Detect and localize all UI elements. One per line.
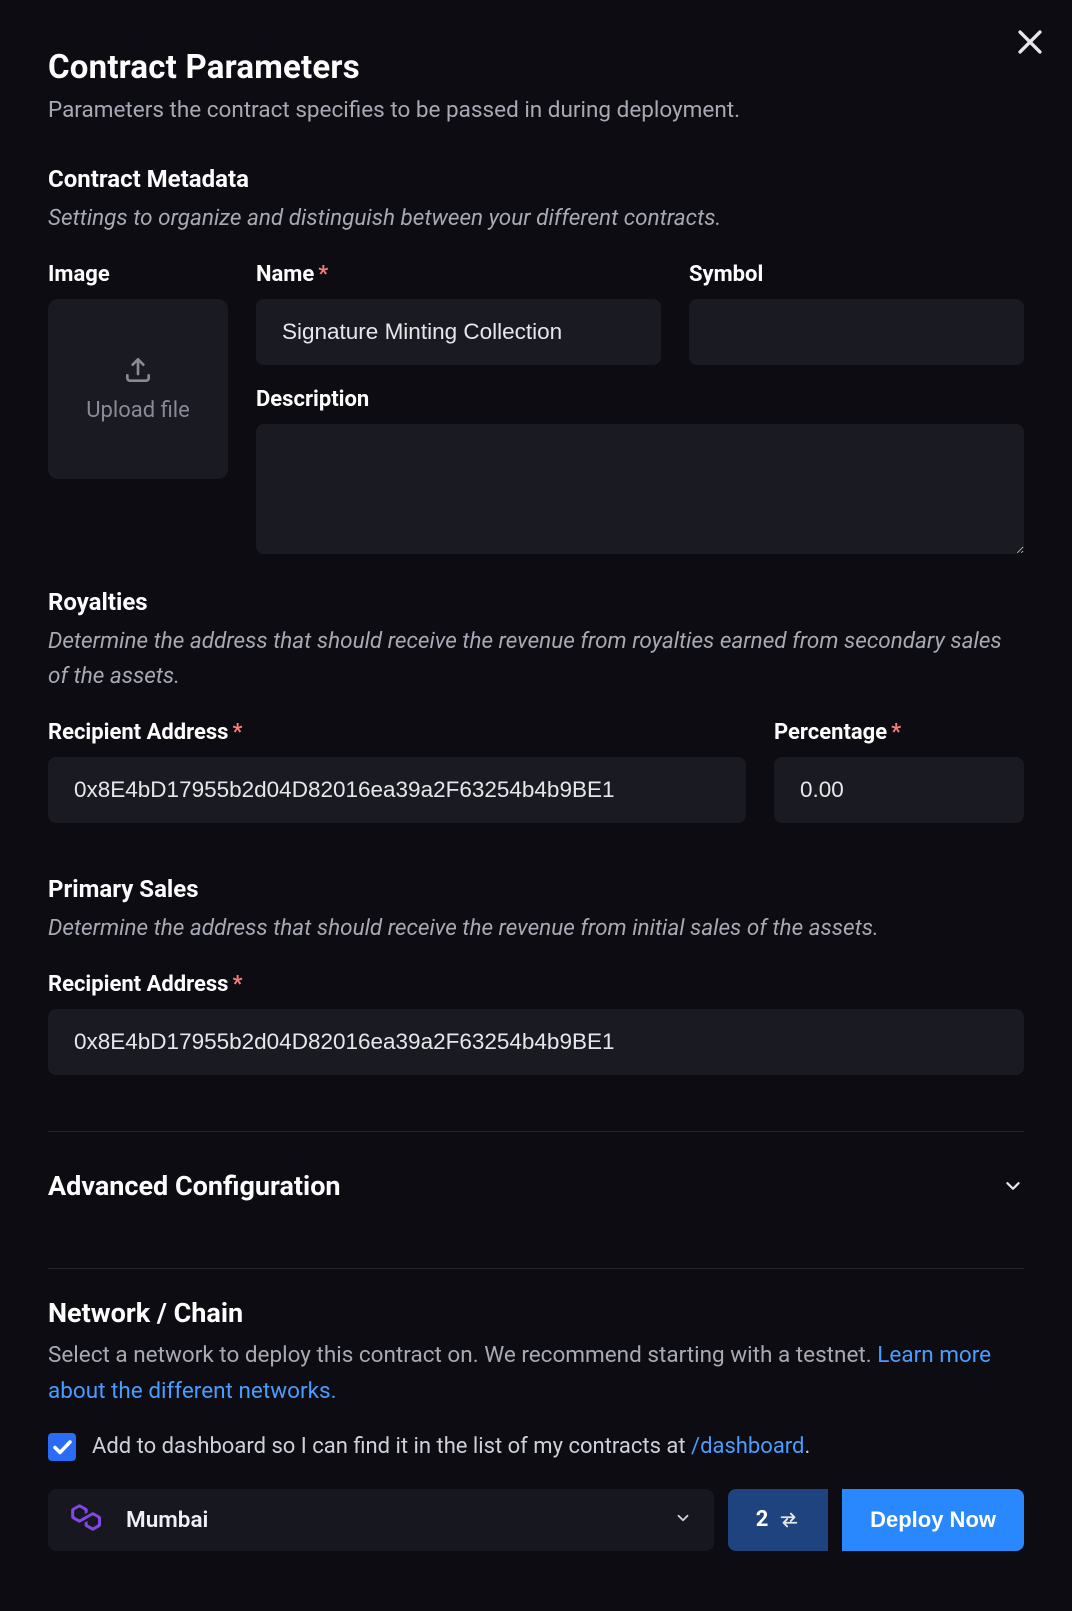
advanced-config-toggle[interactable]: Advanced Configuration [48, 1160, 1024, 1212]
divider [48, 1268, 1024, 1269]
transaction-count-button[interactable]: 2 [728, 1489, 828, 1551]
page-title: Contract Parameters [48, 48, 1024, 87]
primary-address-label: Recipient Address* [48, 972, 1024, 997]
network-name: Mumbai [126, 1507, 652, 1533]
close-button[interactable] [1013, 25, 1047, 63]
upload-text: Upload file [86, 398, 190, 423]
upload-icon [122, 354, 154, 386]
symbol-label: Symbol [689, 262, 1024, 287]
network-desc: Select a network to deploy this contract… [48, 1337, 1024, 1409]
close-icon [1013, 25, 1047, 59]
royalties-desc: Determine the address that should receiv… [48, 624, 1024, 694]
polygon-icon [70, 1501, 104, 1539]
dashboard-link[interactable]: /dashboard [691, 1434, 804, 1459]
royalty-address-input[interactable] [48, 757, 746, 823]
royalty-percentage-input[interactable] [774, 757, 1072, 823]
symbol-input[interactable] [689, 299, 1024, 365]
name-input[interactable] [256, 299, 661, 365]
primary-sales-desc: Determine the address that should receiv… [48, 911, 1024, 946]
tx-count: 2 [756, 1507, 769, 1532]
network-select[interactable]: Mumbai [48, 1489, 714, 1551]
advanced-heading: Advanced Configuration [48, 1170, 341, 1202]
royalties-heading: Royalties [48, 588, 1024, 616]
royalty-address-label: Recipient Address* [48, 720, 746, 745]
check-icon [50, 1435, 74, 1459]
chevron-down-icon [674, 1509, 692, 1531]
add-dashboard-checkbox[interactable] [48, 1433, 76, 1461]
divider [48, 1131, 1024, 1132]
chevron-down-icon [1002, 1175, 1024, 1197]
metadata-heading: Contract Metadata [48, 165, 1024, 193]
page-subtitle: Parameters the contract specifies to be … [48, 97, 1024, 123]
description-input[interactable] [256, 424, 1024, 554]
primary-sales-heading: Primary Sales [48, 875, 1024, 903]
add-dashboard-label: Add to dashboard so I can find it in the… [92, 1434, 810, 1459]
network-heading: Network / Chain [48, 1297, 1024, 1329]
image-label: Image [48, 262, 228, 287]
description-label: Description [256, 387, 1024, 412]
metadata-desc: Settings to organize and distinguish bet… [48, 201, 1024, 236]
name-label: Name* [256, 262, 661, 287]
swap-icon [778, 1509, 800, 1531]
primary-address-input[interactable] [48, 1009, 1024, 1075]
deploy-button[interactable]: Deploy Now [842, 1489, 1024, 1551]
image-upload[interactable]: Upload file [48, 299, 228, 479]
royalty-percentage-label: Percentage* [774, 720, 1024, 745]
